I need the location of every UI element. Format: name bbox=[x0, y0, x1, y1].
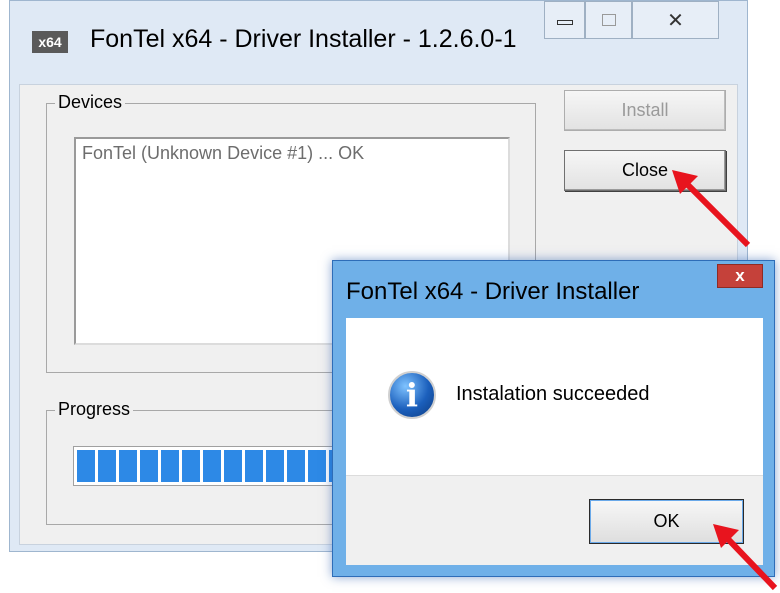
progress-segment bbox=[77, 450, 95, 482]
info-icon: i bbox=[388, 371, 436, 419]
close-icon: ✕ bbox=[667, 9, 684, 32]
close-icon: x bbox=[735, 266, 745, 285]
dialog-title: FonTel x64 - Driver Installer bbox=[346, 278, 640, 305]
minimize-button[interactable] bbox=[544, 1, 585, 39]
progress-segment bbox=[98, 450, 116, 482]
progress-bar bbox=[73, 446, 373, 486]
dialog-footer: OK bbox=[346, 475, 763, 565]
maximize-icon bbox=[601, 14, 616, 26]
annotation-arrow-ok bbox=[713, 524, 778, 591]
progress-segment bbox=[161, 450, 179, 482]
app-icon: x64 bbox=[32, 31, 68, 53]
window-title: FonTel x64 - Driver Installer - 1.2.6.0-… bbox=[90, 25, 517, 53]
install-button[interactable]: Install bbox=[564, 90, 726, 131]
devices-label: Devices bbox=[55, 92, 126, 113]
list-item[interactable]: FonTel (Unknown Device #1) ... OK bbox=[76, 139, 508, 168]
dialog-close-button[interactable]: x bbox=[717, 264, 763, 288]
title-bar: x64 FonTel x64 - Driver Installer - 1.2.… bbox=[10, 1, 747, 85]
progress-segment bbox=[287, 450, 305, 482]
progress-segment bbox=[308, 450, 326, 482]
progress-segment bbox=[182, 450, 200, 482]
annotation-arrow-close bbox=[672, 170, 751, 248]
maximize-button[interactable] bbox=[585, 1, 632, 39]
progress-segment bbox=[203, 450, 221, 482]
progress-segment bbox=[245, 450, 263, 482]
progress-segment bbox=[119, 450, 137, 482]
window-close-button[interactable]: ✕ bbox=[632, 1, 719, 39]
dialog-message: Instalation succeeded bbox=[456, 383, 650, 405]
dialog-body: i Instalation succeeded OK bbox=[346, 318, 763, 565]
progress-label: Progress bbox=[55, 399, 134, 420]
minimize-icon bbox=[556, 19, 573, 25]
progress-segment bbox=[224, 450, 242, 482]
progress-segment bbox=[266, 450, 284, 482]
progress-segment bbox=[140, 450, 158, 482]
